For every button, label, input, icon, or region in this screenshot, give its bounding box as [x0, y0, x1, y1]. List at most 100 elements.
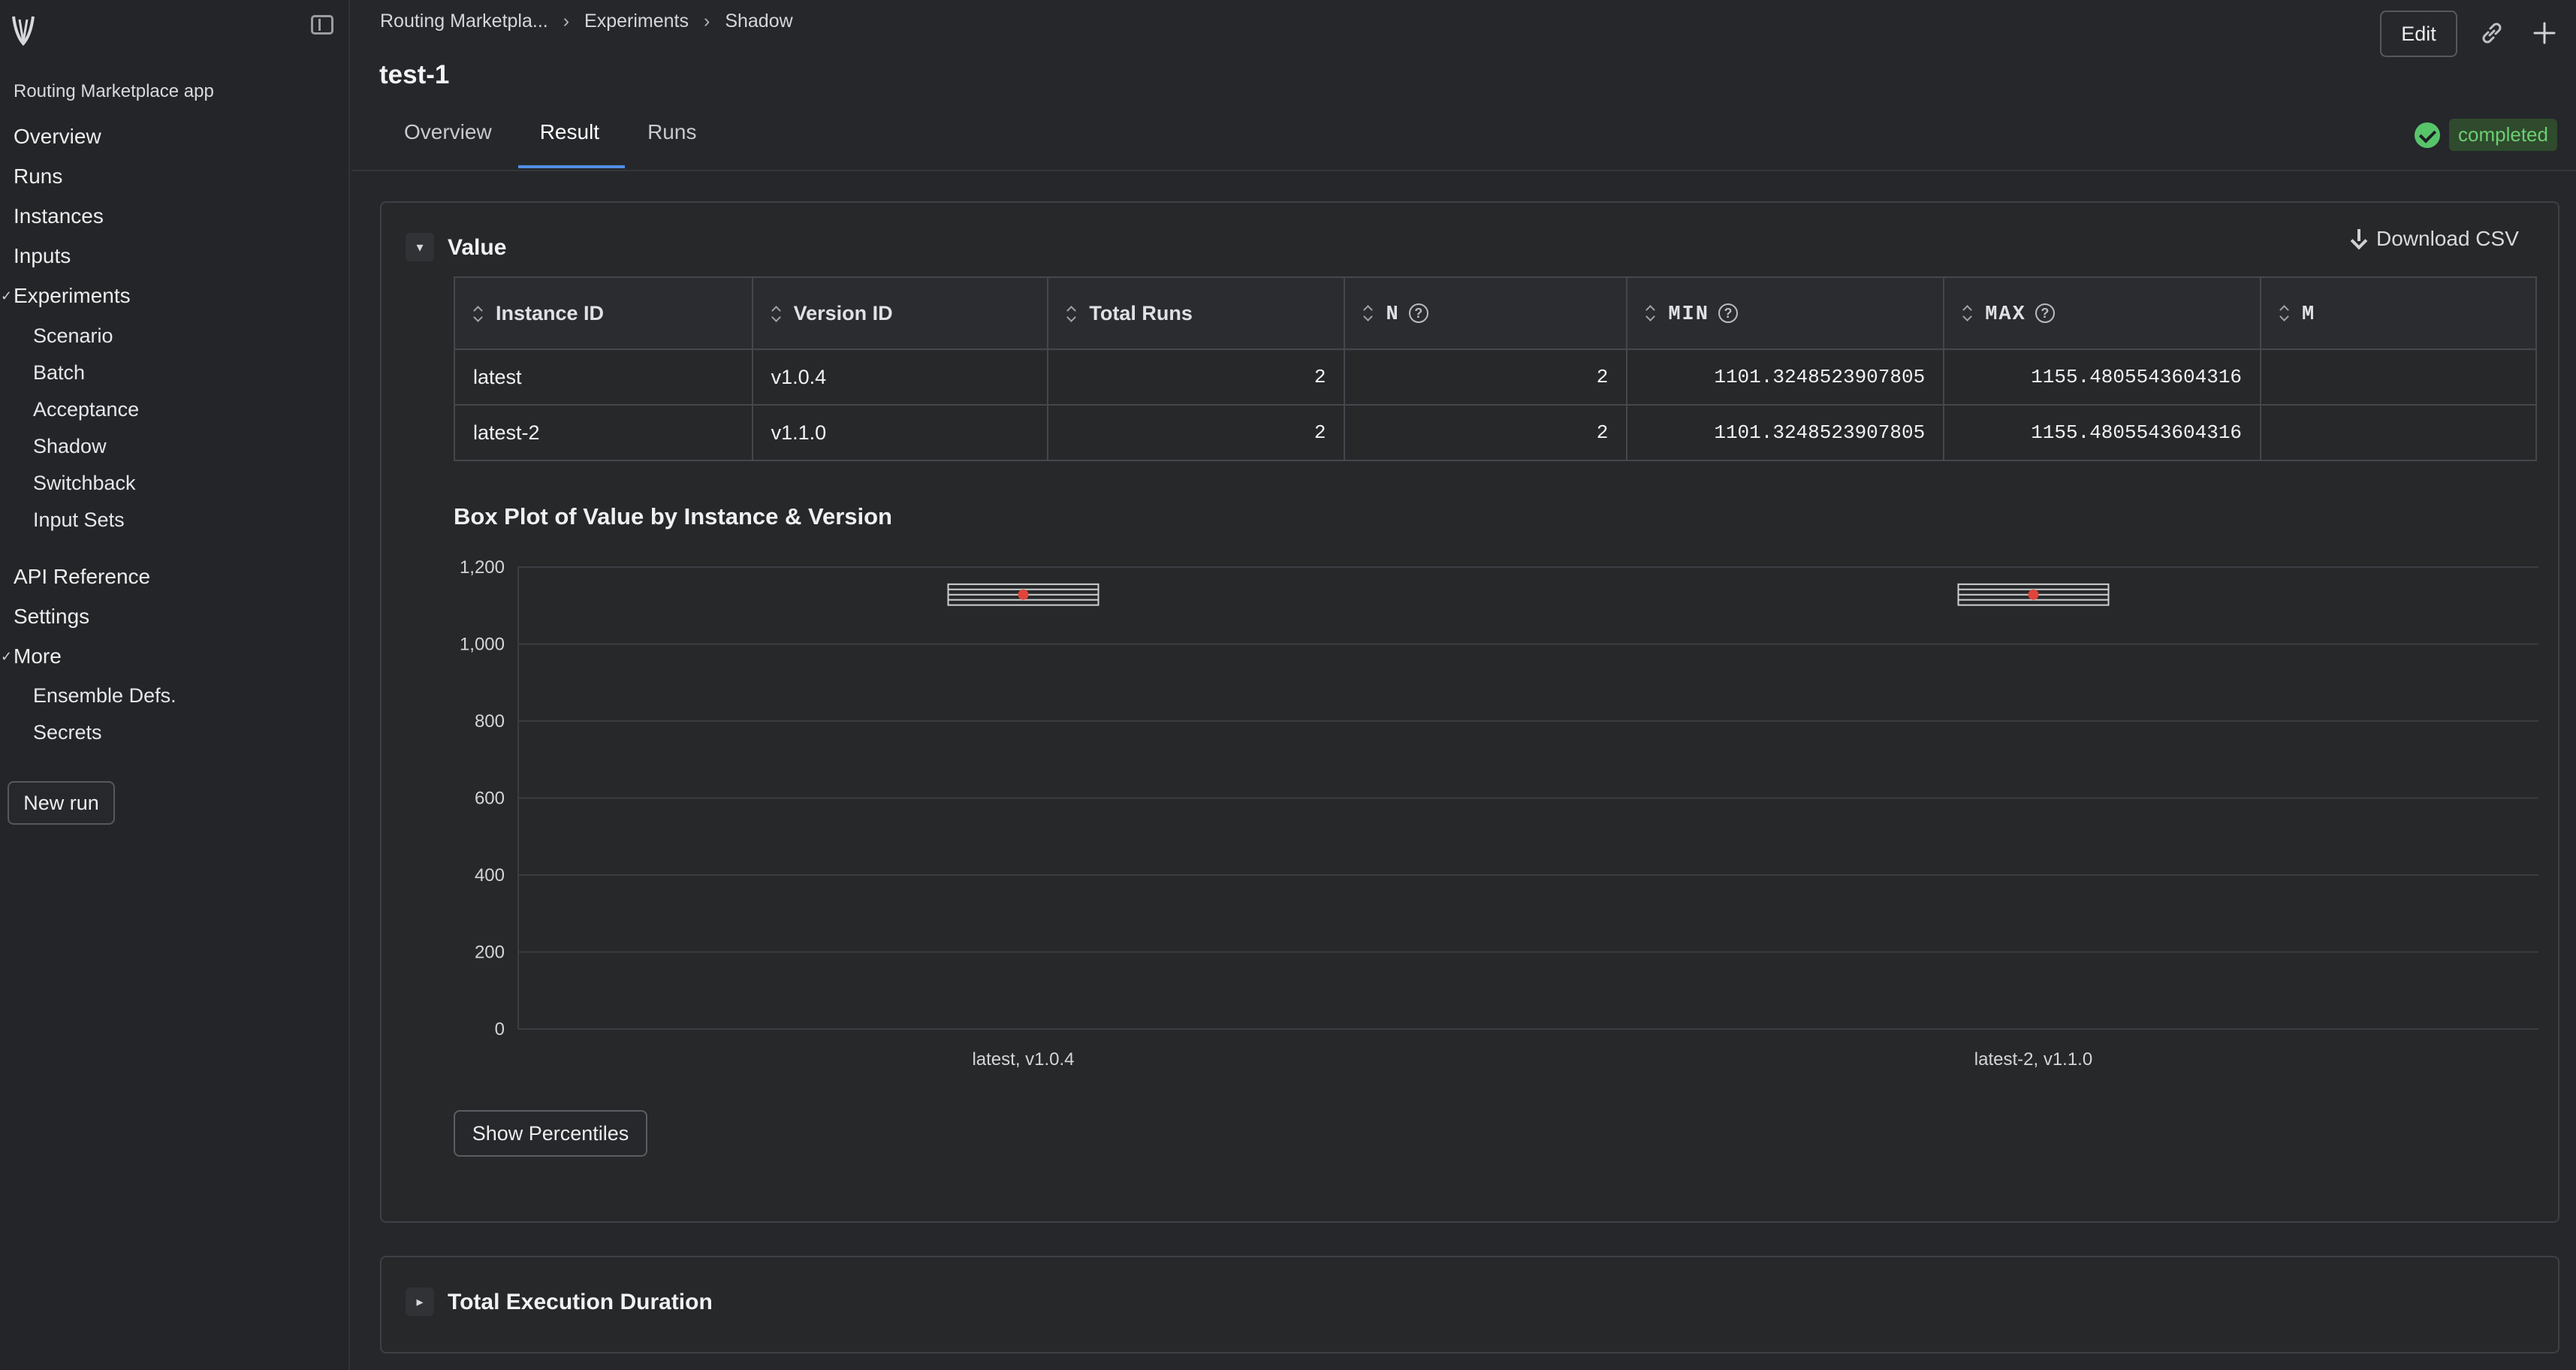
download-csv-button[interactable]: Download CSV — [2349, 227, 2519, 251]
sidebar-item-overview[interactable]: Overview — [14, 125, 101, 149]
cell-instance: latest — [454, 349, 753, 406]
plot-title: Box Plot of Value by Instance & Version — [454, 503, 892, 530]
link-icon[interactable] — [2478, 20, 2505, 47]
sidebar-sub-acceptance[interactable]: Acceptance — [33, 398, 139, 421]
cell-total-runs: 2 — [1047, 404, 1346, 461]
cell-max: 1155.4805543604316 — [1943, 349, 2262, 406]
sort-icon — [473, 306, 484, 322]
breadcrumb-item[interactable]: Experiments — [584, 11, 689, 32]
sidebar-item-more[interactable]: More — [14, 644, 62, 668]
table-viewport: Instance ID Version ID Total Runs N? MIN… — [454, 276, 2537, 464]
chevron-right-icon: › — [563, 11, 570, 32]
breadcrumb: Routing Marketpla... › Experiments › Sha… — [380, 11, 793, 32]
y-tick-label: 200 — [475, 943, 505, 963]
cell-instance: latest-2 — [454, 404, 753, 461]
sort-icon — [771, 306, 782, 322]
sort-icon — [1363, 305, 1374, 321]
sort-icon — [1962, 305, 1973, 321]
cell-n: 2 — [1344, 349, 1628, 406]
column-label: N — [1386, 303, 1400, 326]
section-title: Total Execution Duration — [448, 1290, 713, 1314]
breadcrumb-item[interactable]: Routing Marketpla... — [380, 11, 548, 32]
sidebar-item-runs[interactable]: Runs — [14, 164, 62, 189]
cell-min: 1101.3248523907805 — [1626, 349, 1945, 406]
new-run-button[interactable]: New run — [8, 781, 115, 825]
cell-n: 2 — [1344, 404, 1628, 461]
active-tab-indicator — [518, 165, 625, 168]
check-circle-icon — [2415, 122, 2440, 148]
chevron-down-icon[interactable]: ✓ — [1, 649, 12, 665]
column-label: Total Runs — [1089, 301, 1193, 324]
sidebar-item-instances[interactable]: Instances — [14, 204, 104, 228]
tab-bar: Overview Result Runs — [404, 120, 696, 159]
cell-version: v1.0.4 — [751, 349, 1049, 406]
sidebar-toggle-icon[interactable] — [311, 15, 333, 35]
sidebar-sub-shadow[interactable]: Shadow — [33, 435, 107, 458]
sort-icon — [2279, 305, 2290, 321]
sidebar-sub-batch[interactable]: Batch — [33, 361, 85, 385]
x-tick-label: latest-2, v1.1.0 — [1974, 1049, 2092, 1070]
sidebar-sub-scenario[interactable]: Scenario — [33, 324, 113, 348]
column-label: Instance ID — [496, 301, 605, 324]
table-row: latest-2 v1.1.0 2 2 1101.3248523907805 1… — [454, 404, 2537, 461]
table-header-row: Instance ID Version ID Total Runs N? MIN… — [454, 276, 2537, 350]
sidebar-sub-ensemble-defs[interactable]: Ensemble Defs. — [33, 684, 176, 708]
sidebar-sub-secrets[interactable]: Secrets — [33, 721, 102, 744]
sort-icon — [1645, 305, 1656, 321]
column-header-instance-id[interactable]: Instance ID — [454, 276, 753, 350]
column-label: MIN — [1668, 303, 1709, 326]
help-icon[interactable]: ? — [1408, 303, 1428, 324]
help-icon[interactable]: ? — [2035, 303, 2055, 324]
column-header-version-id[interactable]: Version ID — [751, 276, 1049, 350]
tab-result[interactable]: Result — [540, 120, 599, 159]
expand-toggle-icon[interactable]: ▸ — [406, 1287, 434, 1316]
sidebar-item-settings[interactable]: Settings — [14, 605, 89, 629]
column-label: Version ID — [793, 301, 893, 324]
status-badge: completed — [2415, 119, 2557, 151]
sidebar-item-experiments[interactable]: Experiments — [14, 284, 131, 308]
cell-total-runs: 2 — [1047, 349, 1346, 406]
status-label: completed — [2449, 119, 2557, 151]
column-label: MAX — [1985, 303, 2026, 326]
chevron-right-icon: › — [704, 11, 710, 32]
tab-overview[interactable]: Overview — [404, 120, 492, 159]
tab-runs[interactable]: Runs — [647, 120, 696, 159]
mean-marker — [1018, 589, 1029, 600]
sidebar-item-inputs[interactable]: Inputs — [14, 244, 71, 268]
logo-icon[interactable] — [11, 14, 36, 47]
breadcrumb-item[interactable]: Shadow — [725, 11, 792, 32]
column-header-more[interactable]: M — [2260, 276, 2537, 350]
mean-marker — [2028, 589, 2039, 600]
column-header-total-runs[interactable]: Total Runs — [1047, 276, 1346, 350]
sidebar-sub-input-sets[interactable]: Input Sets — [33, 508, 125, 532]
y-tick-label: 600 — [475, 789, 505, 809]
help-icon[interactable]: ? — [1718, 303, 1738, 324]
column-header-n[interactable]: N? — [1344, 276, 1628, 350]
y-tick-label: 800 — [475, 711, 505, 732]
cell-more — [2260, 404, 2537, 461]
cell-more — [2260, 349, 2537, 406]
chevron-down-icon[interactable]: ✓ — [1, 288, 12, 304]
plus-icon[interactable] — [2531, 20, 2558, 47]
download-csv-label: Download CSV — [2376, 227, 2519, 250]
cell-min: 1101.3248523907805 — [1626, 404, 1945, 461]
column-label: M — [2302, 303, 2316, 326]
y-tick-label: 0 — [495, 1019, 505, 1040]
cell-max: 1155.4805543604316 — [1943, 404, 2262, 461]
box-mark — [947, 583, 1099, 606]
sidebar: Routing Marketplace app Overview Runs In… — [0, 0, 350, 1370]
section-title: Value — [448, 235, 507, 260]
app-name: Routing Marketplace app — [14, 81, 214, 101]
collapse-toggle-icon[interactable]: ▾ — [406, 233, 434, 261]
y-tick-label: 1,200 — [460, 557, 505, 578]
column-header-min[interactable]: MIN? — [1626, 276, 1945, 350]
edit-button[interactable]: Edit — [2380, 11, 2457, 57]
show-percentiles-button[interactable]: Show Percentiles — [454, 1110, 647, 1157]
cell-version: v1.1.0 — [751, 404, 1049, 461]
sidebar-item-api-reference[interactable]: API Reference — [14, 565, 150, 589]
sidebar-sub-switchback[interactable]: Switchback — [33, 472, 136, 495]
x-tick-label: latest, v1.0.4 — [972, 1049, 1074, 1070]
column-header-max[interactable]: MAX? — [1943, 276, 2262, 350]
page-title: test-1 — [379, 60, 450, 89]
results-table: Instance ID Version ID Total Runs N? MIN… — [454, 276, 2537, 461]
